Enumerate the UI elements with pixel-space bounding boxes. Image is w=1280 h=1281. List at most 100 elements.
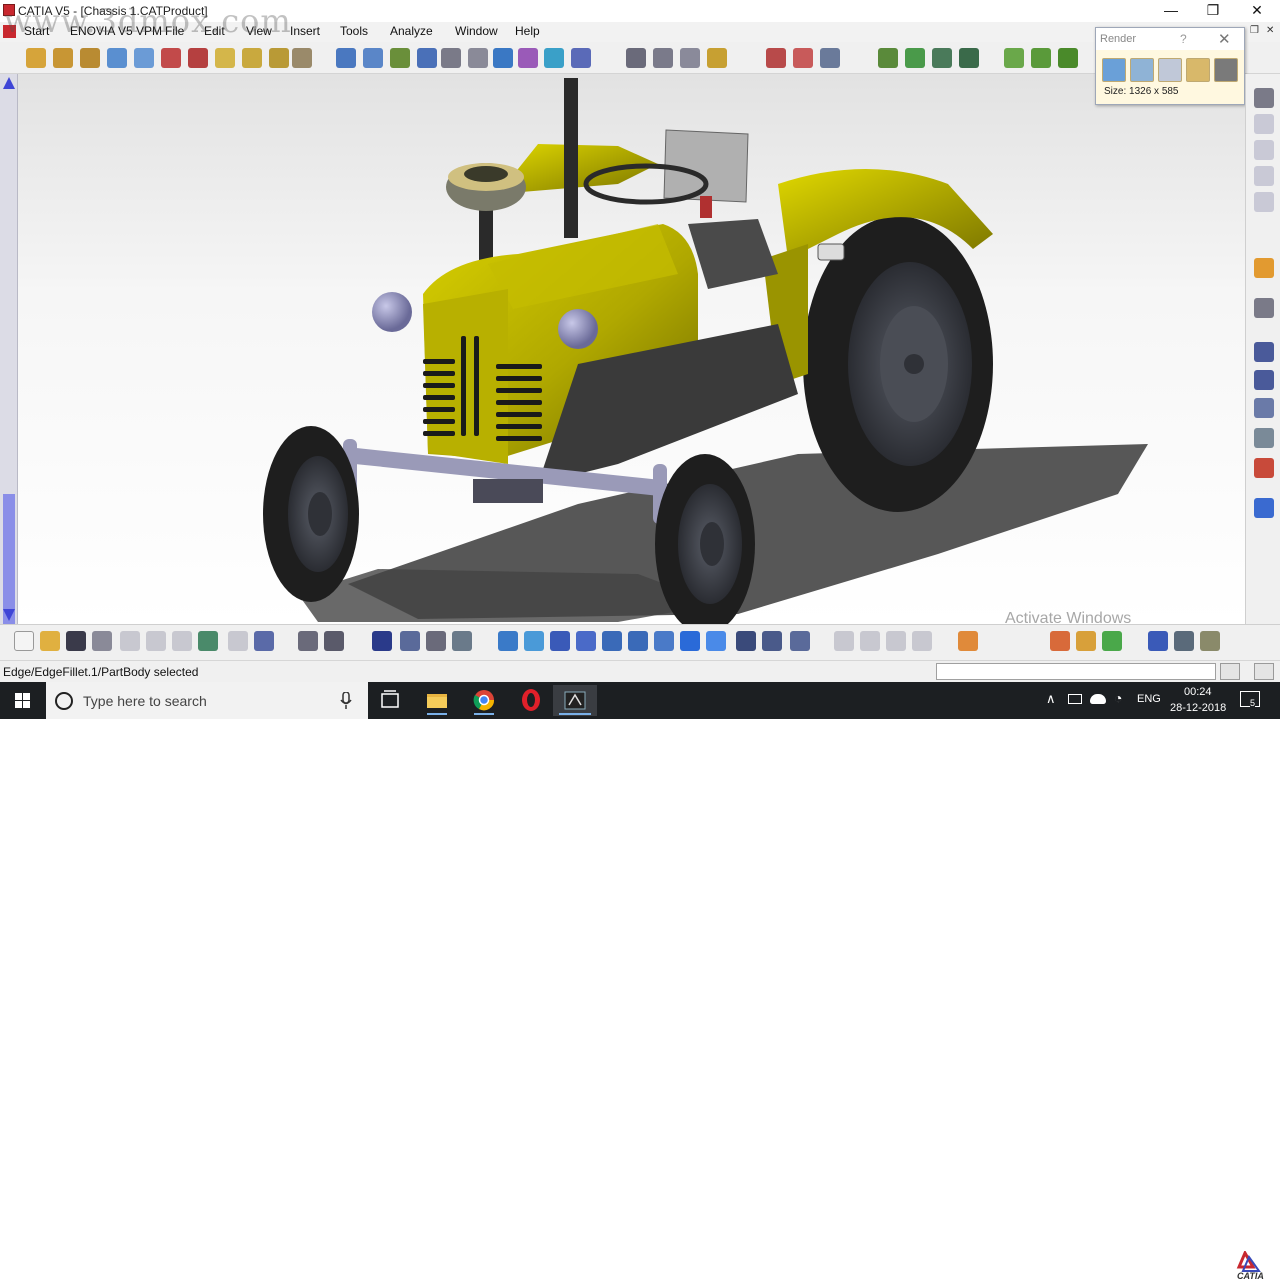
copy-icon[interactable] bbox=[146, 631, 166, 651]
shading-icon[interactable] bbox=[736, 631, 756, 651]
file-explorer-icon[interactable] bbox=[418, 685, 456, 716]
part-icon[interactable] bbox=[1254, 166, 1274, 186]
selective-load-icon[interactable] bbox=[242, 48, 262, 68]
chrome-icon[interactable] bbox=[465, 685, 503, 716]
iso-view-icon[interactable] bbox=[706, 631, 726, 651]
measure-inertia-icon[interactable] bbox=[1200, 631, 1220, 651]
quick-constraint-icon[interactable] bbox=[707, 48, 727, 68]
knowledge-icon[interactable] bbox=[426, 631, 446, 651]
annotation-flag-icon[interactable] bbox=[1254, 398, 1274, 418]
angle-constraint-icon[interactable] bbox=[626, 48, 646, 68]
start-button[interactable] bbox=[0, 682, 46, 719]
annotation-icon[interactable] bbox=[1058, 48, 1078, 68]
render-help-button[interactable]: ? bbox=[1180, 32, 1187, 46]
graphic-properties-icon[interactable] bbox=[1102, 631, 1122, 651]
manipulation-icon[interactable] bbox=[336, 48, 356, 68]
render-camera-icon[interactable] bbox=[1186, 58, 1210, 82]
toolbox-icon[interactable] bbox=[958, 631, 978, 651]
menu-insert[interactable]: Insert bbox=[290, 24, 320, 38]
macro-icon[interactable] bbox=[452, 631, 472, 651]
redo-icon[interactable] bbox=[228, 631, 248, 651]
render-save-icon[interactable] bbox=[1214, 58, 1238, 82]
stop-manipulation-icon[interactable] bbox=[441, 48, 461, 68]
tractor-model[interactable] bbox=[18, 74, 1245, 624]
maximize-button[interactable]: ❐ bbox=[1190, 0, 1236, 22]
smart-move-icon[interactable] bbox=[390, 48, 410, 68]
hole-icon[interactable] bbox=[905, 48, 925, 68]
fix-together-icon[interactable] bbox=[680, 48, 700, 68]
scroll-up-icon[interactable] bbox=[3, 77, 15, 89]
tree-layout-icon[interactable] bbox=[400, 631, 420, 651]
render-image-icon[interactable] bbox=[1102, 58, 1126, 82]
mdi-restore-icon[interactable]: ❐ bbox=[1250, 25, 1259, 36]
swap-space-icon[interactable] bbox=[790, 631, 810, 651]
fit-all-icon[interactable] bbox=[524, 631, 544, 651]
status-options-button[interactable] bbox=[1220, 663, 1240, 680]
surface-icon[interactable] bbox=[1254, 192, 1274, 212]
sectioning-icon[interactable] bbox=[1254, 498, 1274, 518]
mdi-close-icon[interactable]: ✕ bbox=[1266, 25, 1274, 36]
coincidence-constraint-icon[interactable] bbox=[518, 48, 538, 68]
render-panel[interactable]: Render ? ✕ Size: 1326 x 585 bbox=[1095, 27, 1245, 105]
zoom-out-icon[interactable] bbox=[628, 631, 648, 651]
enhanced-scene-icon[interactable] bbox=[793, 48, 813, 68]
measure-item-icon[interactable] bbox=[1174, 631, 1194, 651]
fly-mode-icon[interactable] bbox=[498, 631, 518, 651]
multi-select-icon[interactable] bbox=[1254, 298, 1274, 318]
task-view-icon[interactable] bbox=[371, 685, 409, 716]
material-library-icon[interactable] bbox=[1076, 631, 1096, 651]
graph-tree-icon[interactable] bbox=[161, 48, 181, 68]
paste-icon[interactable] bbox=[172, 631, 192, 651]
taskbar-search[interactable]: Type here to search bbox=[46, 682, 368, 719]
language-indicator[interactable]: ENG bbox=[1137, 693, 1161, 705]
rotate-icon[interactable] bbox=[576, 631, 596, 651]
print-icon[interactable] bbox=[92, 631, 112, 651]
catalog-icon[interactable] bbox=[1254, 114, 1274, 134]
microphone-icon[interactable] bbox=[340, 692, 352, 710]
reference-icon[interactable] bbox=[886, 631, 906, 651]
new-file-icon[interactable] bbox=[14, 631, 34, 651]
left-scrollbar[interactable] bbox=[0, 74, 18, 684]
clash-icon[interactable] bbox=[468, 48, 488, 68]
bill-of-material-icon[interactable] bbox=[820, 48, 840, 68]
save-icon[interactable] bbox=[66, 631, 86, 651]
minimize-button[interactable]: — bbox=[1148, 0, 1194, 22]
zoom-in-icon[interactable] bbox=[602, 631, 622, 651]
fix-component-icon[interactable] bbox=[653, 48, 673, 68]
sketch-icon[interactable] bbox=[1254, 140, 1274, 160]
snap-icon[interactable] bbox=[363, 48, 383, 68]
pan-icon[interactable] bbox=[550, 631, 570, 651]
3d-viewport[interactable] bbox=[18, 74, 1245, 624]
measure-icon[interactable] bbox=[1254, 342, 1274, 362]
manage-representations-icon[interactable] bbox=[269, 48, 289, 68]
undo-icon[interactable] bbox=[198, 631, 218, 651]
menu-help[interactable]: Help bbox=[515, 24, 540, 38]
publish-icon[interactable] bbox=[1031, 48, 1051, 68]
wifi-icon[interactable]: ◔ bbox=[1114, 690, 1122, 706]
contact-constraint-icon[interactable] bbox=[544, 48, 564, 68]
grid-icon[interactable] bbox=[372, 631, 392, 651]
menu-analyze[interactable]: Analyze bbox=[390, 24, 433, 38]
multi-instantiation-icon[interactable] bbox=[292, 48, 312, 68]
comment-icon[interactable] bbox=[324, 631, 344, 651]
measure-between-icon[interactable] bbox=[1148, 631, 1168, 651]
sketcher-icon[interactable] bbox=[834, 631, 854, 651]
render-settings-icon[interactable] bbox=[1130, 58, 1154, 82]
command-input[interactable] bbox=[936, 663, 1216, 680]
insert-product-icon[interactable] bbox=[80, 48, 100, 68]
offset-constraint-icon[interactable] bbox=[571, 48, 591, 68]
reorder-icon[interactable] bbox=[188, 48, 208, 68]
clock-date[interactable]: 28-12-2018 bbox=[1170, 702, 1226, 714]
catia-task-icon[interactable] bbox=[553, 685, 597, 716]
clock-time[interactable]: 00:24 bbox=[1184, 686, 1212, 698]
color-palette-icon[interactable] bbox=[1050, 631, 1070, 651]
onedrive-icon[interactable] bbox=[1090, 694, 1106, 704]
multi-view-icon[interactable] bbox=[680, 631, 700, 651]
close-button[interactable]: ✕ bbox=[1234, 0, 1280, 22]
select-arrow-icon[interactable] bbox=[1254, 258, 1274, 278]
menu-window[interactable]: Window bbox=[455, 24, 498, 38]
cut-icon[interactable] bbox=[120, 631, 140, 651]
menu-tools[interactable]: Tools bbox=[340, 24, 368, 38]
product-structure-icon[interactable] bbox=[26, 48, 46, 68]
split-icon[interactable] bbox=[878, 48, 898, 68]
